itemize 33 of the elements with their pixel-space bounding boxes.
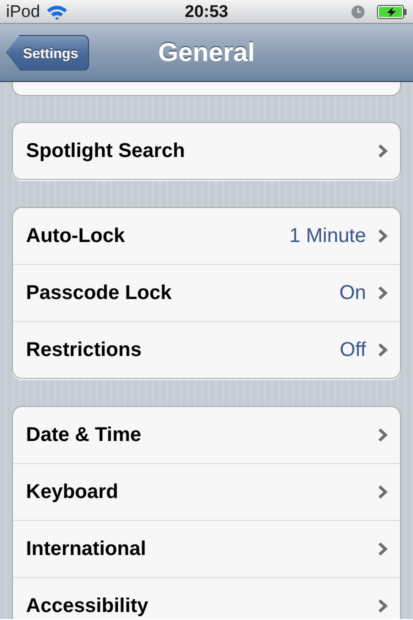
- chevron-icon: [378, 229, 388, 243]
- chevron-icon: [378, 343, 388, 357]
- chevron-icon: [378, 542, 388, 556]
- row-label: Date & Time: [26, 424, 142, 446]
- wifi-icon: [46, 4, 68, 20]
- chevron-icon: [378, 286, 388, 300]
- chevron-icon: [378, 485, 388, 499]
- settings-row[interactable]: Date & Time: [13, 407, 400, 463]
- row-label: Spotlight Search: [26, 140, 185, 162]
- settings-row[interactable]: Spotlight Search: [13, 123, 400, 179]
- chevron-icon: [378, 599, 388, 613]
- carrier-name: iPod: [6, 2, 40, 22]
- row-label: Auto-Lock: [26, 224, 125, 248]
- settings-row[interactable]: Restrictions Off: [13, 321, 400, 378]
- battery-charging-icon: [377, 4, 407, 18]
- row-value: 1 Minute: [289, 224, 366, 248]
- clock-time: 20:53: [184, 2, 228, 22]
- row-label: Accessibility: [26, 594, 148, 618]
- row-value: On: [339, 282, 366, 304]
- settings-row[interactable]: Accessibility: [13, 577, 400, 619]
- chevron-icon: [378, 428, 388, 442]
- row-label: International: [26, 538, 146, 560]
- back-button[interactable]: Settings: [6, 34, 90, 70]
- chevron-icon: [378, 144, 388, 158]
- settings-row[interactable]: Auto-Lock 1 Minute: [13, 208, 400, 264]
- row-label: Restrictions: [26, 338, 142, 362]
- row-label: Keyboard: [26, 480, 118, 504]
- page-title: General: [158, 37, 255, 68]
- row-value: Off: [340, 338, 366, 362]
- settings-row[interactable]: Passcode Lock On: [13, 264, 400, 321]
- settings-row[interactable]: International: [13, 520, 400, 577]
- settings-row[interactable]: Keyboard: [13, 463, 400, 520]
- row-label: Passcode Lock: [26, 282, 172, 304]
